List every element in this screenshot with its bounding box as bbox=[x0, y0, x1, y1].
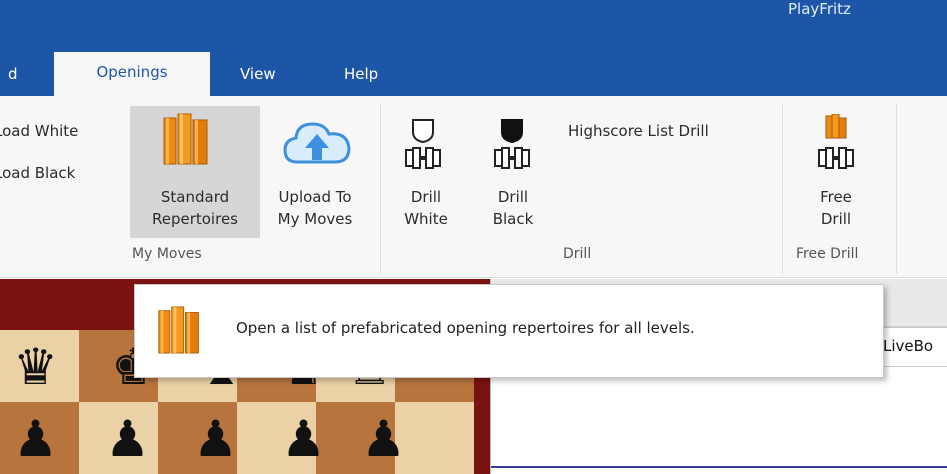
tab-help[interactable]: Help bbox=[344, 62, 378, 96]
title-bar: PlayFritz d Openings View Help bbox=[0, 0, 947, 98]
group-separator-3 bbox=[896, 104, 897, 274]
books-icon bbox=[162, 112, 212, 170]
standard-repertoires-label: Standard Repertoires bbox=[130, 186, 260, 230]
free-drill-line1: Free bbox=[820, 188, 852, 206]
drill-black-icon bbox=[494, 118, 530, 176]
black-pawn-piece[interactable]: ♟ bbox=[88, 404, 167, 474]
my-moves-group-label: My Moves bbox=[132, 246, 202, 262]
ribbon: Load White Load Black Standard Repertoir… bbox=[0, 96, 947, 278]
liveboard-tab[interactable]: LiveBo bbox=[883, 337, 933, 355]
upload-label-line2: My Moves bbox=[277, 210, 353, 228]
tab-openings[interactable]: Openings bbox=[54, 52, 210, 98]
free-drill-button[interactable]: Free Drill bbox=[806, 186, 866, 230]
group-separator bbox=[380, 104, 381, 274]
black-pawn-piece[interactable]: ♟ bbox=[264, 404, 343, 474]
upload-label-line1: Upload To bbox=[278, 188, 352, 206]
black-pawn-piece[interactable]: ♟ bbox=[0, 404, 75, 474]
tooltip-text: Open a list of prefabricated opening rep… bbox=[236, 319, 695, 337]
free-drill-group-label: Free Drill bbox=[796, 246, 859, 262]
drill-group-label: Drill bbox=[563, 246, 592, 262]
black-pawn-piece[interactable]: ♟ bbox=[344, 404, 423, 474]
drill-white-line2: White bbox=[404, 210, 448, 228]
drill-black-line2: Black bbox=[492, 210, 534, 228]
app-title: PlayFritz bbox=[788, 0, 851, 18]
tab-partial[interactable]: d bbox=[8, 62, 18, 96]
black-queen-piece[interactable]: ♛ bbox=[0, 332, 75, 402]
app-window: PlayFritz d Openings View Help Load Whit… bbox=[0, 0, 947, 474]
highscore-list-drill-button[interactable]: Highscore List Drill bbox=[568, 120, 709, 142]
upload-to-my-moves-label[interactable]: Upload To My Moves bbox=[260, 186, 370, 230]
standard-label-line2: Repertoires bbox=[151, 210, 238, 228]
drill-black-line1: Drill bbox=[497, 188, 529, 206]
tooltip: Open a list of prefabricated opening rep… bbox=[134, 284, 884, 378]
load-white-button[interactable]: Load White bbox=[0, 120, 78, 142]
black-pawn-piece[interactable]: ♟ bbox=[176, 404, 255, 474]
drill-black-button[interactable]: Drill Black bbox=[486, 186, 540, 230]
group-separator-2 bbox=[782, 104, 783, 274]
load-black-button[interactable]: Load Black bbox=[0, 162, 75, 184]
cloud-upload-icon[interactable] bbox=[281, 116, 353, 172]
books-icon bbox=[157, 305, 203, 359]
free-drill-icon bbox=[818, 113, 854, 176]
free-drill-line2: Drill bbox=[820, 210, 852, 228]
standard-label-line1: Standard bbox=[160, 188, 230, 206]
drill-white-line1: Drill bbox=[410, 188, 442, 206]
drill-white-icon bbox=[405, 118, 441, 176]
drill-white-button[interactable]: Drill White bbox=[396, 186, 456, 230]
right-panel-divider bbox=[491, 466, 947, 468]
tab-view[interactable]: View bbox=[240, 62, 276, 96]
